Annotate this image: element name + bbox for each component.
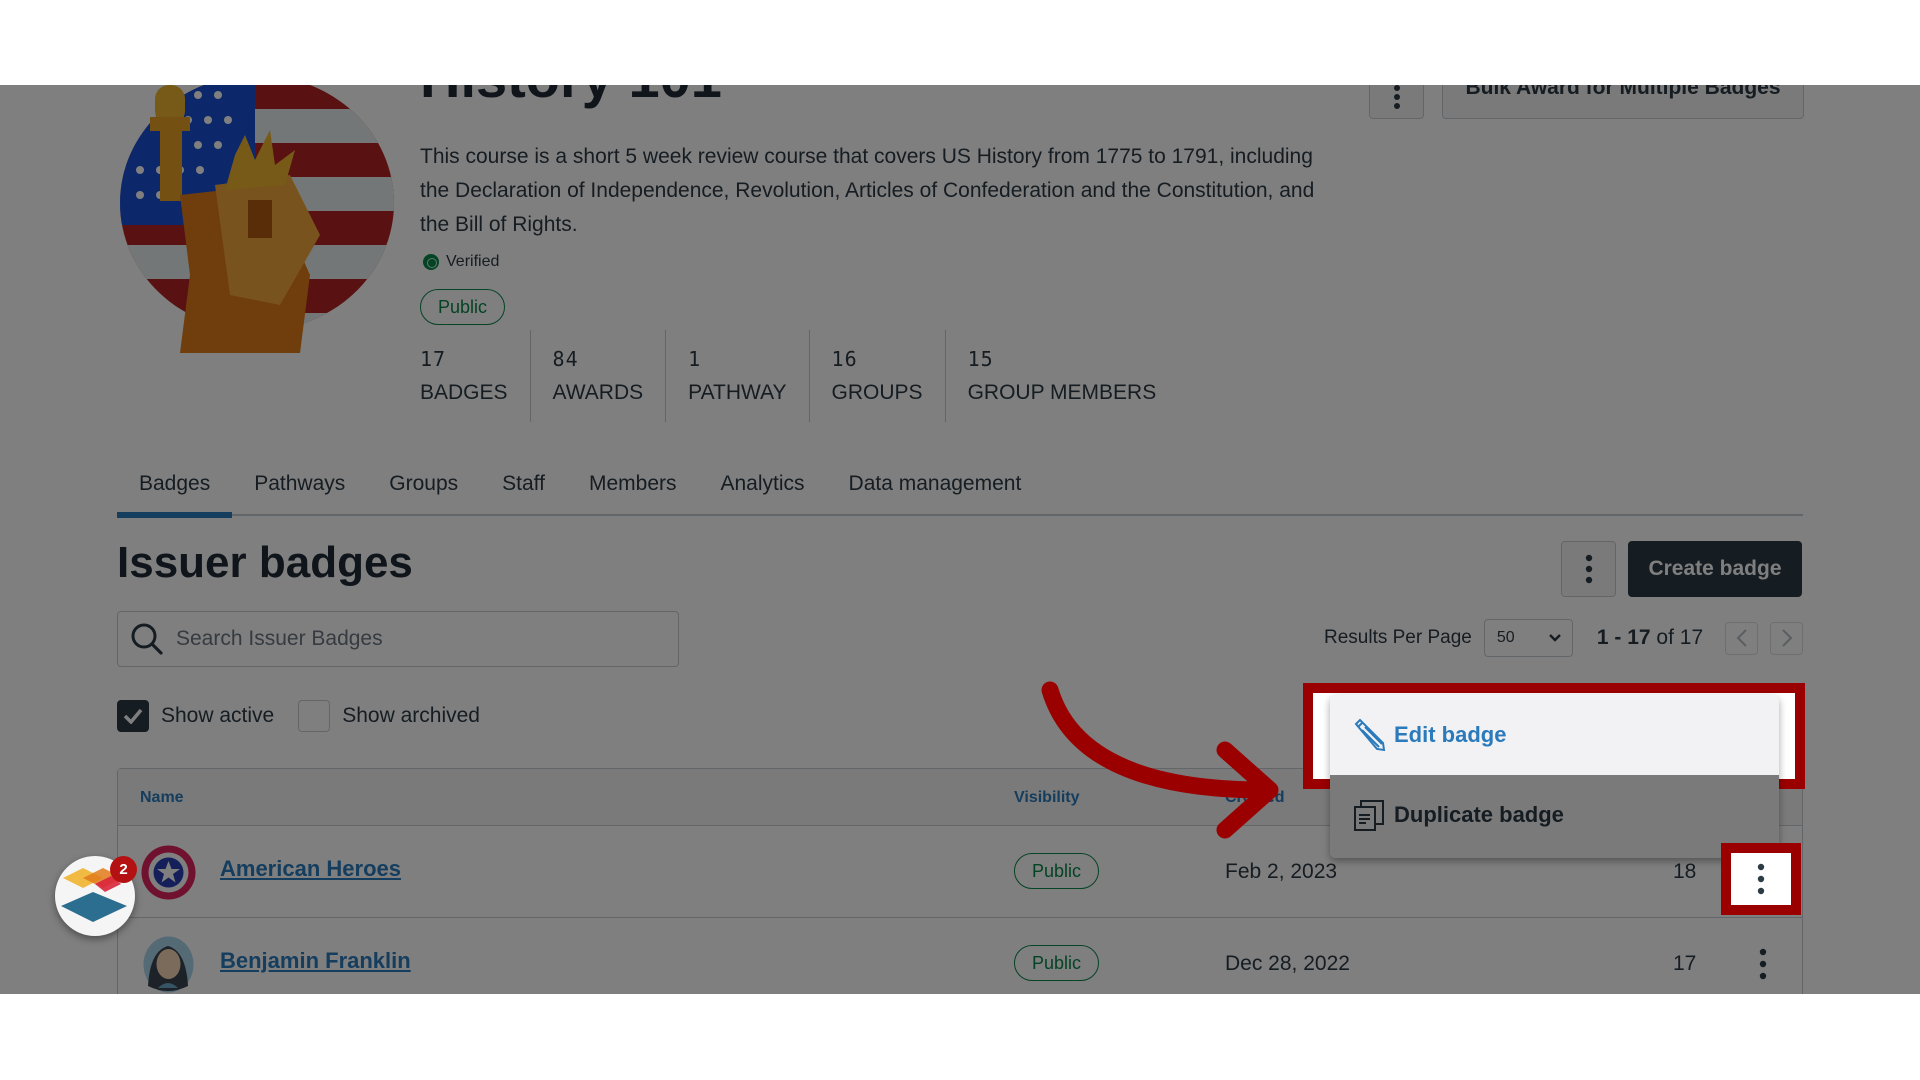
search-input[interactable] — [176, 627, 656, 651]
chevron-down-icon — [1548, 634, 1561, 642]
stat-awards: 84 AWARDS — [529, 330, 666, 422]
menu-dim-overlay — [1330, 775, 1779, 858]
column-header-created[interactable]: Created — [1225, 789, 1285, 807]
menu-item-label: Edit badge — [1394, 722, 1507, 747]
visibility-badge: Public — [1014, 853, 1100, 889]
tab-staff[interactable]: Staff — [480, 460, 567, 516]
results-per-page-label: Results Per Page — [1324, 627, 1472, 648]
stat-value: 1 — [688, 347, 702, 371]
created-date: Dec 28, 2022 — [1225, 952, 1350, 975]
checkmark-icon — [123, 708, 143, 724]
kebab-icon — [1393, 85, 1400, 109]
range-end: 17 — [1627, 626, 1651, 649]
tab-members[interactable]: Members — [567, 460, 699, 516]
stat-badges: 17 BADGES — [420, 330, 530, 422]
course-more-options-button[interactable] — [1369, 85, 1424, 119]
shield-star-icon — [141, 845, 196, 900]
course-tabs: Badges Pathways Groups Staff Members Ana… — [117, 460, 1803, 518]
tab-groups[interactable]: Groups — [367, 460, 480, 516]
award-count: 18 — [1673, 860, 1697, 883]
pagination-controls: Results Per Page 50 1 - 17 of 17 — [1324, 619, 1804, 657]
next-page-button[interactable] — [1770, 621, 1804, 655]
column-header-visibility[interactable]: Visibility — [1014, 789, 1080, 807]
create-badge-button[interactable]: Create badge — [1628, 541, 1802, 597]
course-stats: 17 BADGES 84 AWARDS 1 PATHWAY 16 GROUPS … — [420, 330, 1178, 422]
table-row: Benjamin Franklin Public Dec 28, 2022 17 — [118, 918, 1802, 994]
course-title: History 101 — [420, 85, 722, 110]
menu-item-edit-badge[interactable]: Edit badge — [1330, 695, 1779, 775]
results-per-page-value: 50 — [1496, 629, 1515, 646]
badge-name-link[interactable]: Benjamin Franklin — [220, 948, 411, 974]
stat-label: GROUP MEMBERS — [967, 381, 1157, 404]
show-active-label: Show active — [161, 704, 275, 727]
franklin-portrait-icon — [143, 936, 194, 993]
results-range: 1 - 17 of 17 — [1596, 626, 1704, 649]
stat-label: BADGES — [420, 381, 508, 404]
annotation-highlight-row-options — [1721, 843, 1801, 915]
stat-value: 16 — [831, 347, 858, 371]
app-viewport: History 101 This course is a short 5 wee… — [0, 85, 1920, 994]
range-total: of 17 — [1656, 626, 1704, 649]
tab-pathways[interactable]: Pathways — [232, 460, 367, 516]
stat-label: AWARDS — [552, 381, 644, 404]
stat-value: 84 — [552, 347, 579, 371]
pencil-icon — [1354, 718, 1386, 752]
stat-label: PATHWAY — [688, 381, 787, 404]
kebab-icon — [1757, 863, 1765, 895]
created-date: Feb 2, 2023 — [1225, 860, 1338, 883]
badge-name-link[interactable]: American Heroes — [220, 856, 401, 882]
search-icon — [131, 623, 163, 655]
tab-data-management[interactable]: Data management — [827, 460, 1044, 516]
row-options-button[interactable] — [1743, 942, 1783, 986]
bulk-award-button[interactable]: Bulk Award for Multiple Badges — [1442, 85, 1804, 119]
verified-check-icon — [423, 254, 439, 270]
checkbox-box[interactable] — [298, 700, 331, 732]
course-visibility-badge: Public — [420, 289, 506, 325]
stat-pathway: 1 PATHWAY — [665, 330, 808, 422]
kebab-icon — [1585, 554, 1592, 584]
badge-context-menu: Edit badge Duplicate badge — [1330, 695, 1779, 858]
stat-label: GROUPS — [831, 381, 923, 404]
previous-page-button[interactable] — [1725, 621, 1759, 655]
results-per-page-select[interactable]: 50 — [1483, 619, 1573, 657]
course-badge-image — [120, 85, 394, 353]
issuer-badges-heading: Issuer badges — [117, 538, 413, 587]
chevron-left-icon — [1736, 629, 1747, 647]
stat-value: 17 — [420, 347, 447, 371]
badge-filters: Show active Show archived — [117, 700, 504, 732]
visibility-badge: Public — [1014, 945, 1100, 981]
checkbox-box[interactable] — [117, 700, 149, 732]
range-start: 1 — [1596, 626, 1609, 649]
chevron-right-icon — [1781, 629, 1793, 647]
stat-value: 15 — [967, 347, 994, 371]
show-active-checkbox[interactable]: Show active — [117, 700, 274, 732]
badges-more-options-button[interactable] — [1561, 541, 1616, 597]
award-count: 17 — [1673, 952, 1697, 975]
verified-label: Verified — [446, 253, 500, 270]
tab-badges[interactable]: Badges — [117, 460, 233, 518]
course-description: This course is a short 5 week review cou… — [420, 145, 1315, 236]
stat-groups: 16 GROUPS — [808, 330, 945, 422]
show-archived-label: Show archived — [342, 704, 480, 727]
show-archived-checkbox[interactable]: Show archived — [298, 700, 480, 732]
stat-group-members: 15 GROUP MEMBERS — [944, 330, 1179, 422]
tab-analytics[interactable]: Analytics — [699, 460, 827, 516]
verified-indicator: Verified — [423, 253, 499, 271]
search-field[interactable] — [117, 611, 679, 667]
column-header-name[interactable]: Name — [140, 789, 184, 807]
kebab-icon — [1759, 948, 1767, 980]
